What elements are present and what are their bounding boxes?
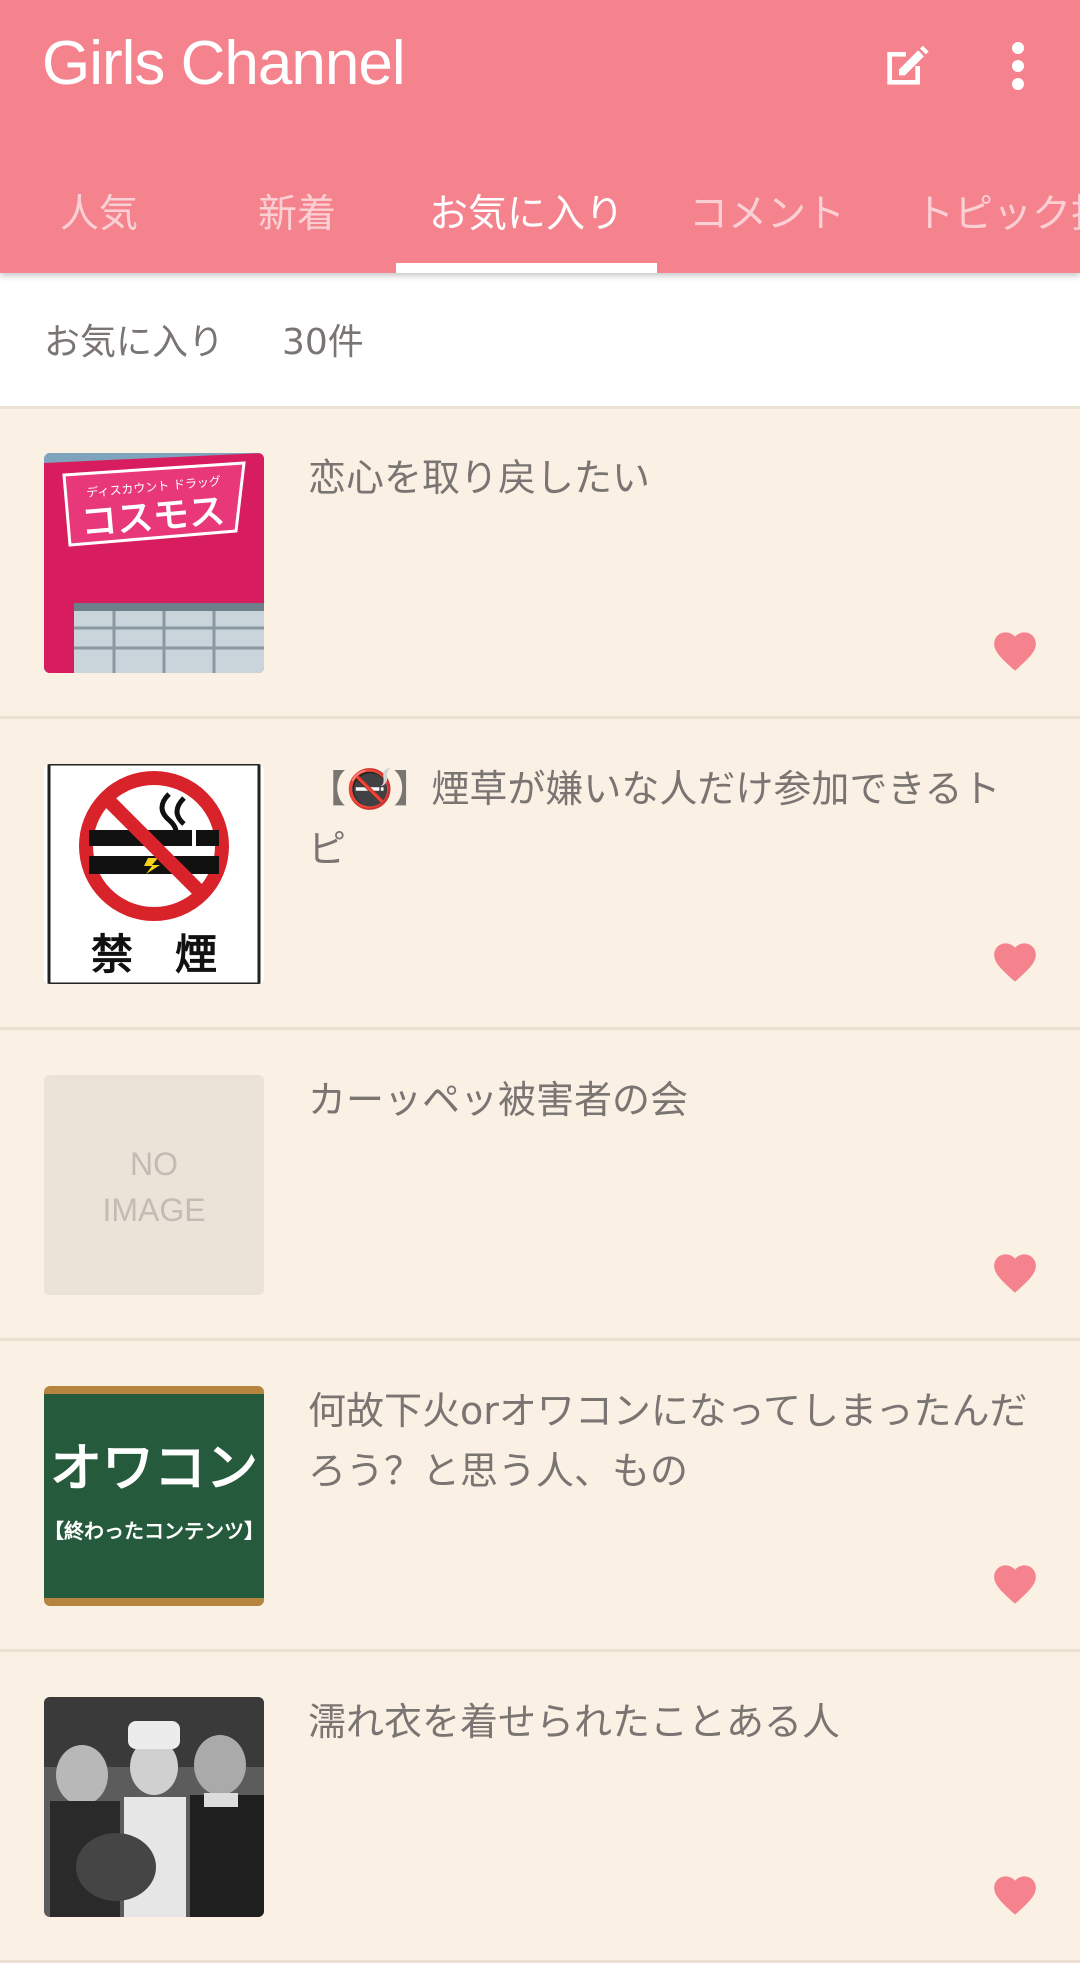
list-item[interactable]: オワコン 【終わったコンテンツ】 何故下火orオワコンになってしまったんだろう？… [0, 1341, 1080, 1652]
tab-popular[interactable]: 人気 [0, 148, 198, 273]
heart-icon[interactable] [990, 937, 1040, 983]
topic-title: 【🚭】煙草が嫌いな人だけ参加できるトピ [308, 767, 1001, 871]
heart-icon[interactable] [990, 626, 1040, 672]
heart-icon[interactable] [990, 1248, 1040, 1294]
app-title: Girls Channel [42, 29, 406, 98]
tab-post-topic[interactable]: トピック投 [877, 148, 1080, 273]
topic-thumbnail: ディスカウント ドラッグ コスモス [44, 453, 264, 673]
favorites-list: ディスカウント ドラッグ コスモス 恋心を取り戻したい 禁 煙 【🚭】煙草が嫌い… [0, 408, 1080, 1963]
topic-title: 濡れ衣を着せられたことある人 [308, 1700, 841, 1744]
board-text: オワコン [50, 1439, 258, 1499]
no-image-line2: IMAGE [102, 1192, 205, 1228]
topic-title: 何故下火orオワコンになってしまったんだろう？と思う人、もの [308, 1389, 1028, 1493]
favorites-label: お気に入り [44, 322, 225, 363]
topic-title: 恋心を取り戻したい [308, 456, 651, 500]
topic-thumbnail: 禁 煙 [44, 764, 264, 984]
more-options-button[interactable] [990, 28, 1046, 104]
topic-thumbnail: NO IMAGE [44, 1075, 264, 1295]
tab-favorites[interactable]: お気に入り [396, 148, 657, 273]
list-item[interactable]: ディスカウント ドラッグ コスモス 恋心を取り戻したい [0, 408, 1080, 719]
list-item[interactable]: 濡れ衣を着せられたことある人 [0, 1652, 1080, 1963]
no-image-line1: NO [130, 1146, 178, 1182]
compose-button[interactable] [868, 28, 944, 104]
heart-icon[interactable] [990, 1559, 1040, 1605]
active-tab-indicator [396, 263, 657, 273]
tab-new[interactable]: 新着 [198, 148, 396, 273]
more-vert-icon [1012, 42, 1024, 90]
favorites-count: 30件 [282, 322, 364, 363]
board-subtext: 【終わったコンテンツ】 [44, 1519, 264, 1543]
tab-comments[interactable]: コメント [657, 148, 877, 273]
edit-icon [887, 45, 929, 85]
tab-bar: 人気 新着 お気に入り コメント トピック投 [0, 148, 1080, 273]
topic-thumbnail [44, 1697, 264, 1917]
app-bar: Girls Channel 人気 新着 お気に入り コメント トピック投 [0, 0, 1080, 273]
topic-title: カーッペッ被害者の会 [308, 1078, 689, 1122]
topic-thumbnail: オワコン 【終わったコンテンツ】 [44, 1386, 264, 1606]
no-smoking-text: 禁 煙 [91, 930, 217, 979]
favorites-count-bar: お気に入り 30件 [0, 273, 1080, 409]
list-item[interactable]: NO IMAGE カーッペッ被害者の会 [0, 1030, 1080, 1341]
heart-icon[interactable] [990, 1870, 1040, 1916]
list-item[interactable]: 禁 煙 【🚭】煙草が嫌いな人だけ参加できるトピ [0, 719, 1080, 1030]
